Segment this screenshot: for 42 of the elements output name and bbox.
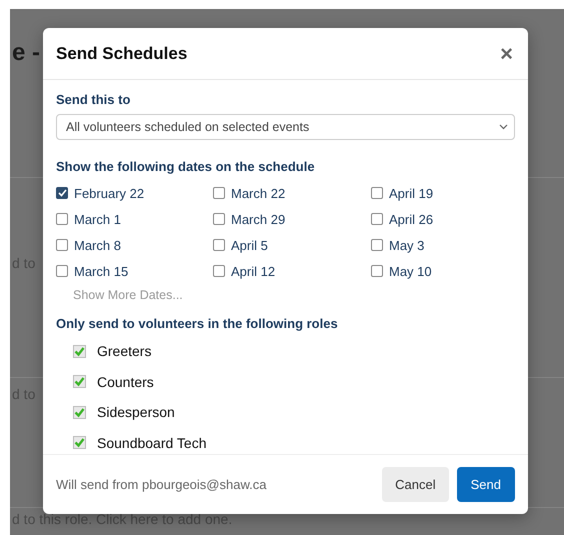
date-checkbox[interactable] [56, 265, 68, 277]
date-checkbox[interactable] [56, 213, 68, 225]
date-checkbox[interactable] [371, 213, 383, 225]
role-label: Sidesperson [97, 404, 175, 420]
dialog-title: Send Schedules [56, 44, 188, 64]
close-button[interactable]: × [498, 42, 515, 64]
send-button[interactable]: Send [456, 467, 515, 502]
section-label: Send this to [56, 92, 132, 107]
date-label: March 29 [231, 212, 286, 226]
date-checkbox[interactable] [56, 239, 68, 251]
role-checkbox[interactable] [73, 436, 86, 449]
role-label: Soundboard Tech [97, 434, 206, 450]
date-checkbox[interactable] [371, 265, 383, 277]
date-label: April 19 [389, 186, 434, 200]
chevron-down-icon [499, 124, 508, 130]
date-checkbox[interactable] [371, 239, 383, 251]
recipients-select[interactable]: All volunteers scheduled on selected events [56, 114, 515, 140]
date-label: March 15 [74, 264, 128, 278]
role-checkbox[interactable] [73, 375, 86, 388]
date-label: April 26 [389, 212, 434, 226]
date-checkbox[interactable] [213, 239, 225, 251]
section-label: Only send to volunteers in the following roles [56, 316, 339, 331]
date-label: March 1 [74, 212, 121, 226]
cancel-button[interactable]: Cancel [382, 467, 449, 502]
role-checkbox[interactable] [73, 406, 86, 418]
section-label: Show the following dates on the schedule [56, 159, 316, 174]
date-checkbox[interactable] [213, 187, 225, 199]
date-label: April 12 [231, 264, 276, 278]
sender-text: Will send from pbourgeois@shaw.ca [56, 477, 266, 492]
role-label: Counters [97, 374, 154, 390]
date-label: May 3 [389, 238, 424, 252]
date-label: February 22 [74, 186, 144, 200]
date-label: May 10 [389, 264, 432, 278]
role-label: Greeters [97, 343, 152, 359]
date-checkbox[interactable] [56, 187, 68, 199]
date-label: March 22 [231, 186, 286, 200]
date-checkbox[interactable] [213, 265, 225, 277]
date-checkbox[interactable] [371, 187, 383, 199]
date-label: April 5 [231, 238, 268, 252]
date-checkbox[interactable] [213, 213, 225, 225]
date-label: March 8 [74, 238, 121, 252]
role-checkbox[interactable] [73, 344, 86, 358]
